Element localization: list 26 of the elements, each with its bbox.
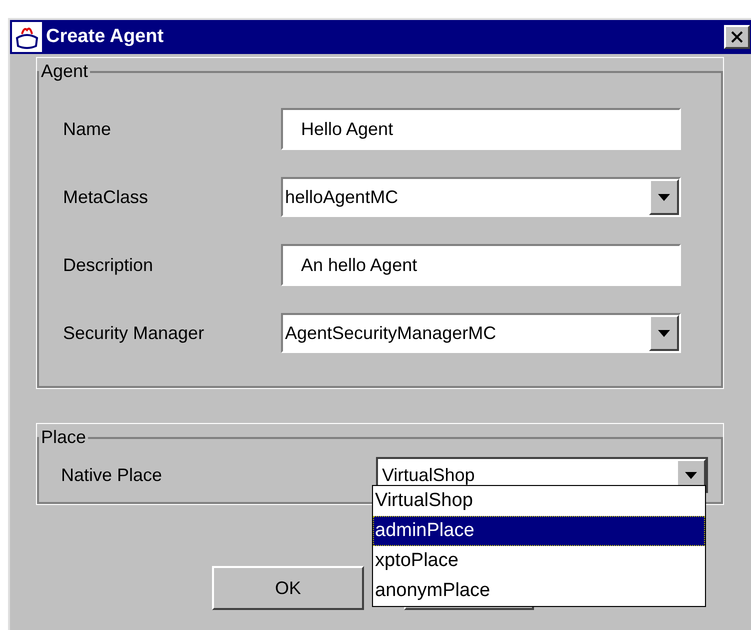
caret-icon [658, 330, 670, 336]
caret-icon [685, 472, 697, 478]
dropdown-arrow-button[interactable] [649, 179, 679, 215]
combo-value: helloAgentMC [284, 186, 398, 209]
field-label: Security Manager [62, 322, 206, 345]
combo-value: VirtualShop [381, 464, 475, 487]
group-title: Agent [40, 60, 90, 83]
dropdown-option[interactable]: xptoPlace [373, 546, 705, 576]
field-label: MetaClass [62, 186, 150, 208]
close-button[interactable] [724, 25, 750, 49]
text-field[interactable]: An hello Agent [281, 244, 681, 286]
ok-button[interactable]: OK [212, 566, 364, 610]
combo-box[interactable]: helloAgentMC [281, 177, 681, 217]
dropdown-option[interactable]: adminPlace [373, 516, 705, 546]
text-field[interactable]: Hello Agent [281, 108, 681, 150]
dropdown-option[interactable]: anonymPlace [373, 576, 705, 606]
field-label: Native Place [60, 464, 164, 486]
window-title: Create Agent [46, 24, 164, 49]
dropdown-arrow-button[interactable] [649, 315, 679, 351]
group-title: Place [40, 426, 88, 449]
field-label: Description [62, 254, 154, 277]
combo-value: AgentSecurityManagerMC [284, 322, 496, 345]
caret-icon [658, 194, 670, 200]
close-icon [731, 31, 743, 43]
combo-box[interactable]: AgentSecurityManagerMC [281, 313, 681, 353]
field-label: Name [62, 118, 112, 140]
